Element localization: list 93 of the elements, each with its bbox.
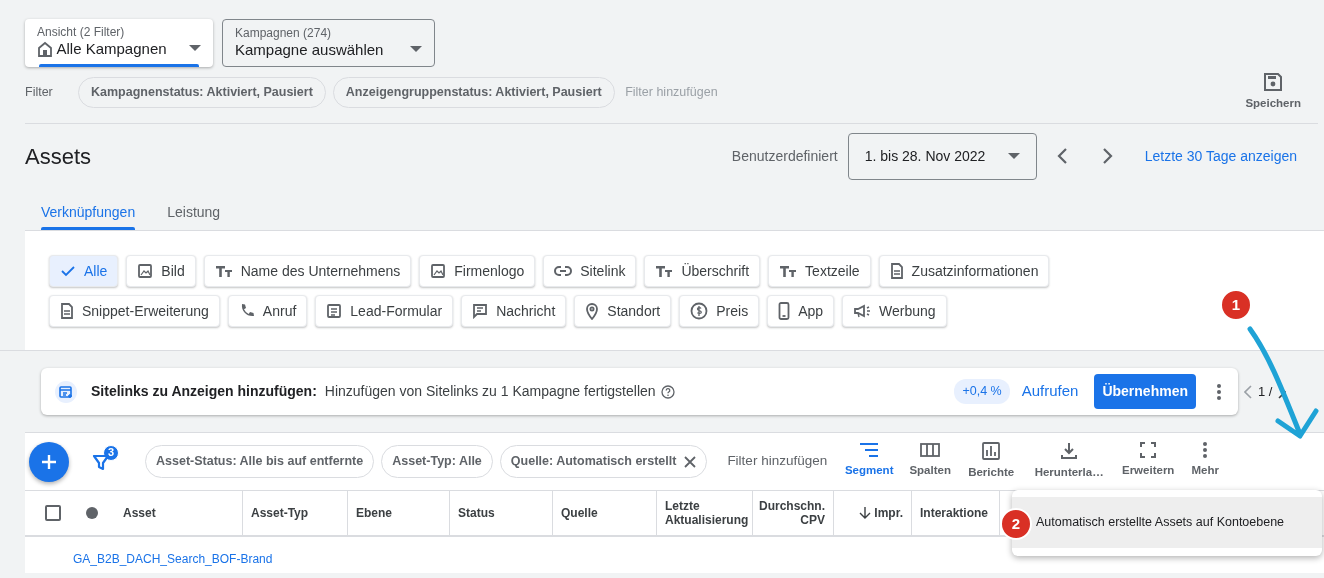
columns-icon xyxy=(919,441,942,460)
save-icon xyxy=(1263,71,1284,92)
column-header[interactable]: Durchschn. CPV xyxy=(753,491,834,535)
date-range-value: 1. bis 28. Nov 2022 xyxy=(864,146,986,166)
toolbar-button[interactable]: Mehr xyxy=(1191,441,1219,482)
asset-link[interactable]: GA_B2B_DACH_Search_BOF-Brand xyxy=(73,552,273,566)
column-header[interactable]: Quelle xyxy=(553,491,657,535)
download-icon xyxy=(1059,441,1080,462)
asset-type-chip[interactable]: Werbung xyxy=(842,295,947,327)
fullscreen-icon xyxy=(1139,441,1158,460)
status-dot-icon xyxy=(86,507,98,519)
column-header[interactable]: Impr. xyxy=(834,491,912,535)
plus-icon xyxy=(40,452,58,471)
sort-arrow-icon xyxy=(858,506,871,520)
image-icon xyxy=(137,263,154,279)
mobile-phone-icon xyxy=(778,302,791,320)
apply-button[interactable]: Übernehmen xyxy=(1094,374,1196,409)
document-icon xyxy=(60,303,74,319)
message-icon xyxy=(472,303,489,319)
text-format-icon xyxy=(214,264,233,278)
column-header[interactable]: Interaktione xyxy=(912,491,1000,535)
asset-type-chip[interactable]: Überschrift xyxy=(644,255,761,287)
check-icon xyxy=(60,263,76,279)
bar-chart-icon xyxy=(981,441,1002,462)
last-30-days-link[interactable]: Letzte 30 Tage anzeigen xyxy=(1144,145,1297,167)
asset-type-chip[interactable]: Snippet-Erweiterung xyxy=(49,295,220,327)
dropdown-label: Ansicht (2 Filter) xyxy=(37,25,126,39)
page-title: Assets xyxy=(25,142,92,171)
dropdown-value: Kampagne auswählen xyxy=(235,40,384,60)
caret-icon xyxy=(189,45,201,51)
help-icon[interactable] xyxy=(660,384,675,399)
asset-type-chip[interactable]: Zusatzinformationen xyxy=(878,255,1050,287)
asset-type-chip[interactable]: Textzeile xyxy=(768,255,871,287)
tab[interactable]: Verknüpfungen xyxy=(25,194,152,230)
column-header[interactable]: Ebene xyxy=(348,491,450,535)
text-format-icon xyxy=(779,264,798,278)
text-format-icon xyxy=(655,264,674,278)
recommendation-text: Hinzufügen von Sitelinks zu 1 Kampagne fertigstellen xyxy=(324,382,656,401)
link-icon xyxy=(554,265,573,277)
recommendation-title: Sitelinks zu Anzeigen hinzufügen: xyxy=(91,382,317,401)
asset-type-chip[interactable]: Sitelink xyxy=(543,255,637,287)
uplift-badge: +0,4 % xyxy=(954,379,1010,404)
toolbar-button[interactable]: Spalten xyxy=(909,441,951,482)
filter-chip[interactable]: Kampagnenstatus: Aktiviert, Pausiert xyxy=(78,76,326,108)
column-header[interactable]: Asset-Typ xyxy=(243,491,348,535)
document-icon xyxy=(889,263,904,279)
view-dropdown[interactable]: Ansicht (2 Filter) Alle Kampagnen xyxy=(25,19,213,67)
location-pin-icon xyxy=(585,302,600,320)
asset-type-chip[interactable]: App xyxy=(767,295,835,327)
filter-count-badge: 3 xyxy=(103,444,119,461)
view-link[interactable]: Aufrufen xyxy=(1021,380,1079,403)
sitelink-icon xyxy=(55,380,77,403)
column-header[interactable]: Status xyxy=(450,491,553,535)
toolbar-button[interactable]: Segment xyxy=(844,441,894,482)
segment-icon xyxy=(858,441,881,460)
megaphone-icon xyxy=(853,303,872,319)
caret-icon xyxy=(410,46,422,52)
column-header[interactable]: Letzte Aktualisierung xyxy=(657,491,753,535)
tab[interactable]: Leistung xyxy=(151,194,237,230)
asset-type-chip[interactable]: Firmenlogo xyxy=(419,255,536,287)
asset-type-chip[interactable]: Anruf xyxy=(227,295,308,327)
filter-chip[interactable]: Anzeigengruppenstatus: Aktiviert, Pausiert xyxy=(332,76,615,108)
asset-type-chip[interactable]: Lead-Formular xyxy=(315,295,454,327)
pager-text: 1 / xyxy=(1258,382,1273,401)
caret-icon xyxy=(1007,153,1020,159)
filter-label: Filter xyxy=(25,83,54,101)
save-button[interactable]: Speichern xyxy=(1245,71,1301,113)
asset-type-chip[interactable]: Alle xyxy=(49,255,119,287)
asset-type-chip[interactable]: Preis xyxy=(679,295,760,327)
date-range-label: Benutzerdefiniert xyxy=(731,146,838,166)
toolbar-button[interactable]: Berichte xyxy=(968,441,1015,482)
asset-type-chip[interactable]: Standort xyxy=(574,295,672,327)
asset-type-chip[interactable]: Nachricht xyxy=(461,295,567,327)
form-icon xyxy=(326,303,343,319)
more-icon xyxy=(1202,441,1209,460)
asset-type-chip[interactable]: Name des Unternehmens xyxy=(203,255,412,287)
campaign-dropdown[interactable]: Kampagnen (274) Kampagne auswählen xyxy=(222,19,435,67)
close-icon[interactable] xyxy=(684,455,697,468)
dropdown-value: Alle Kampagnen xyxy=(56,39,167,59)
add-button[interactable] xyxy=(29,441,69,482)
more-icon[interactable] xyxy=(1216,382,1222,401)
add-filter-button[interactable]: Filter hinzufügen xyxy=(727,451,828,472)
date-range-dropdown[interactable]: 1. bis 28. Nov 2022 xyxy=(847,132,1037,180)
checkbox[interactable] xyxy=(45,505,61,521)
toolbar-button[interactable]: Erweitern xyxy=(1121,441,1175,482)
asset-type-chip[interactable]: Bild xyxy=(126,255,196,287)
next-icon[interactable] xyxy=(1100,146,1115,166)
column-header[interactable]: Asset xyxy=(115,491,243,535)
dollar-icon xyxy=(690,302,709,320)
image-icon xyxy=(430,263,447,279)
dropdown-label: Kampagnen (274) xyxy=(235,26,333,40)
toolbar-button[interactable]: Herunterla… xyxy=(1034,441,1104,482)
home-icon xyxy=(37,41,53,57)
